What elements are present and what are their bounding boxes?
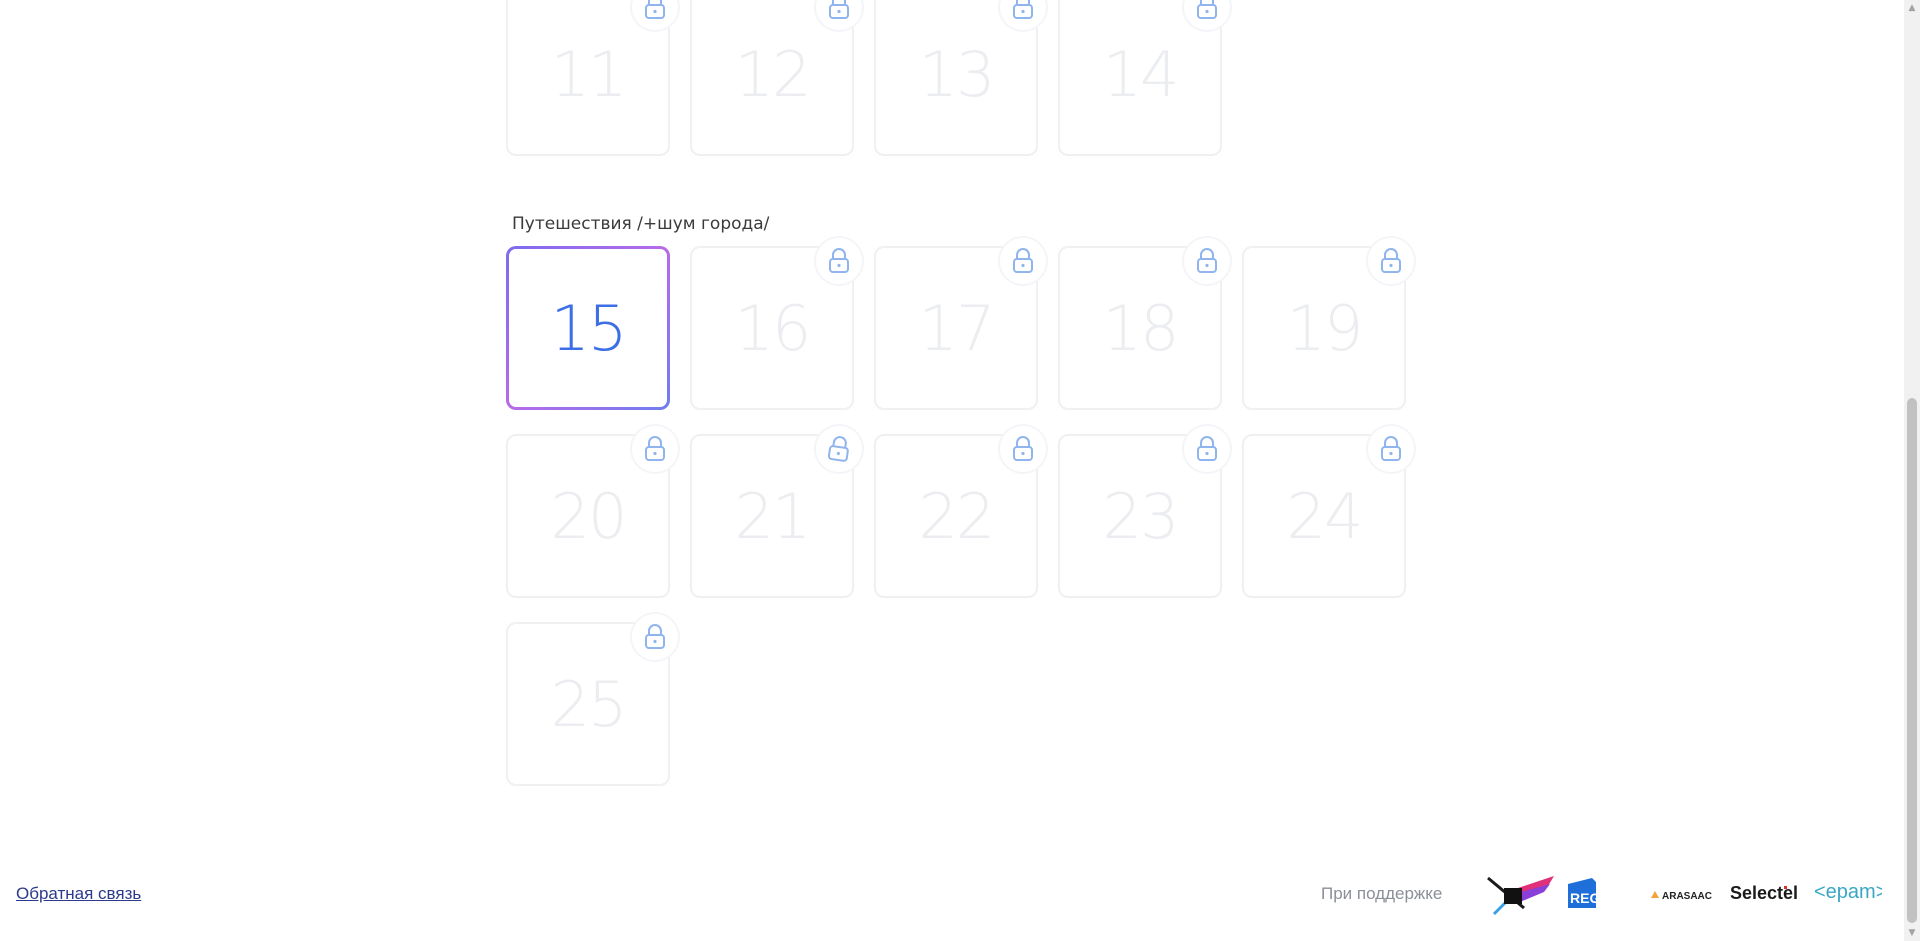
day-number: 11 (550, 37, 628, 111)
day-number: 24 (1286, 479, 1364, 553)
scrollbar-thumb[interactable] (1907, 398, 1917, 923)
day-tile-18[interactable]: 18 (1058, 236, 1232, 410)
day-tile-17[interactable]: 17 (874, 236, 1048, 410)
regru-text: REG.RU (1570, 890, 1624, 906)
day-number: 19 (1286, 291, 1364, 365)
support-label: При поддержке (1321, 884, 1443, 903)
day-tile-16[interactable]: 16 (690, 236, 864, 410)
lock-icon (630, 612, 680, 662)
arrow-up-icon[interactable]: ▲ (1904, 0, 1920, 16)
day-tile-25[interactable]: 25 (506, 612, 680, 786)
lock-icon (1182, 0, 1232, 32)
lock-icon (1366, 424, 1416, 474)
day-tile-11[interactable]: 11 (506, 0, 680, 156)
day-number: 15 (550, 291, 628, 365)
feedback-link[interactable]: Обратная связь (16, 884, 141, 904)
lock-icon (1182, 424, 1232, 474)
day-tile-22[interactable]: 22 (874, 424, 1048, 598)
lock-icon (630, 424, 680, 474)
day-tile-21[interactable]: 21 (690, 420, 868, 598)
arrow-down-icon[interactable]: ▼ (1904, 925, 1920, 941)
sponsor-logo-epam[interactable]: <epam> (1814, 880, 1887, 906)
day-number: 13 (918, 37, 996, 111)
lock-icon (998, 0, 1048, 32)
section-title: Путешествия /+шум города/ (512, 214, 770, 234)
lock-icon (814, 236, 864, 286)
day-number: 23 (1102, 479, 1180, 553)
day-number: 16 (734, 291, 812, 365)
epam-text: <epam> (1814, 881, 1882, 903)
sponsor-logo-fund-icon[interactable] (1484, 874, 1556, 916)
arasaac-text: ARASAAC (1662, 891, 1712, 902)
day-tile-12[interactable]: 12 (690, 0, 864, 156)
day-number: 22 (918, 479, 996, 553)
day-number: 25 (550, 667, 628, 741)
day-number: 12 (734, 37, 812, 111)
sponsor-logo-arasaac[interactable]: ARASAAC (1650, 887, 1720, 902)
day-tile-14[interactable]: 14 (1058, 0, 1232, 156)
lock-icon (1182, 236, 1232, 286)
lock-icon (1366, 236, 1416, 286)
lock-icon (810, 420, 868, 478)
sponsor-logo-regru[interactable]: REG.RU (1566, 878, 1628, 910)
day-tile-19[interactable]: 19 (1242, 236, 1416, 410)
day-tile-20[interactable]: 20 (506, 424, 680, 598)
selectel-text: Selectel (1730, 883, 1798, 903)
lock-icon (998, 424, 1048, 474)
lock-icon (814, 0, 864, 32)
lock-icon (998, 236, 1048, 286)
day-tile-15[interactable]: 15 (506, 246, 670, 410)
day-tile-23[interactable]: 23 (1058, 424, 1232, 598)
day-tile-24[interactable]: 24 (1242, 424, 1416, 598)
day-tile-13[interactable]: 13 (874, 0, 1048, 156)
vertical-scrollbar[interactable]: ▲ ▼ (1904, 0, 1920, 941)
day-number: 17 (918, 291, 996, 365)
page: 11 12 13 14 Путешествия /+шум города/ 15… (0, 0, 1904, 941)
sponsor-logo-selectel[interactable]: Selectel (1730, 882, 1802, 904)
lock-icon (630, 0, 680, 32)
day-number: 14 (1102, 37, 1180, 111)
day-number: 21 (734, 479, 812, 553)
day-number: 18 (1102, 291, 1180, 365)
day-number: 20 (550, 479, 628, 553)
